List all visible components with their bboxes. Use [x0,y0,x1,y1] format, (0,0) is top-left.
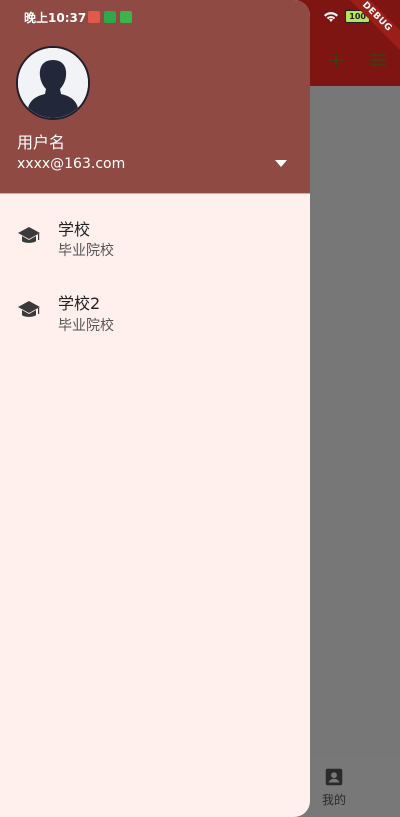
notification-icons [88,11,132,23]
notification-icon [88,11,100,23]
list-item-title: 学校 [58,220,91,239]
list-item-school[interactable]: 学校 毕业院校 [0,193,310,269]
account-dropdown-icon[interactable] [275,160,287,168]
user-name: 用户名 [17,133,66,152]
drawer-list: 学校 毕业院校 学校2 毕业院校 [0,193,310,345]
user-avatar-icon [18,48,88,118]
list-item-subtitle: 毕业院校 [58,243,114,259]
menu-icon[interactable] [366,48,390,72]
list-item-subtitle: 毕业院校 [58,318,114,334]
contact-icon [325,768,343,786]
navigation-drawer: 用户名 xxxx@163.com 学校 毕业院校 学校2 毕业院校 [0,0,310,817]
list-item-school-2[interactable]: 学校2 毕业院校 [0,269,310,345]
nav-item-me[interactable]: 我的 [316,766,352,808]
wifi-icon [323,11,339,23]
status-bar: 晚上10:37 100 [0,0,400,30]
school-icon [17,226,41,246]
nav-item-me-label: 我的 [321,793,346,807]
user-email: xxxx@163.com [17,156,126,172]
app-bar-actions [324,48,390,72]
avatar[interactable] [16,46,90,120]
status-time: 晚上10:37 [24,11,87,25]
chat-notification-icon [120,11,132,23]
add-icon[interactable] [324,48,348,72]
school-icon [17,300,41,320]
app-notification-icon [104,11,116,23]
list-item-title: 学校2 [58,294,101,313]
